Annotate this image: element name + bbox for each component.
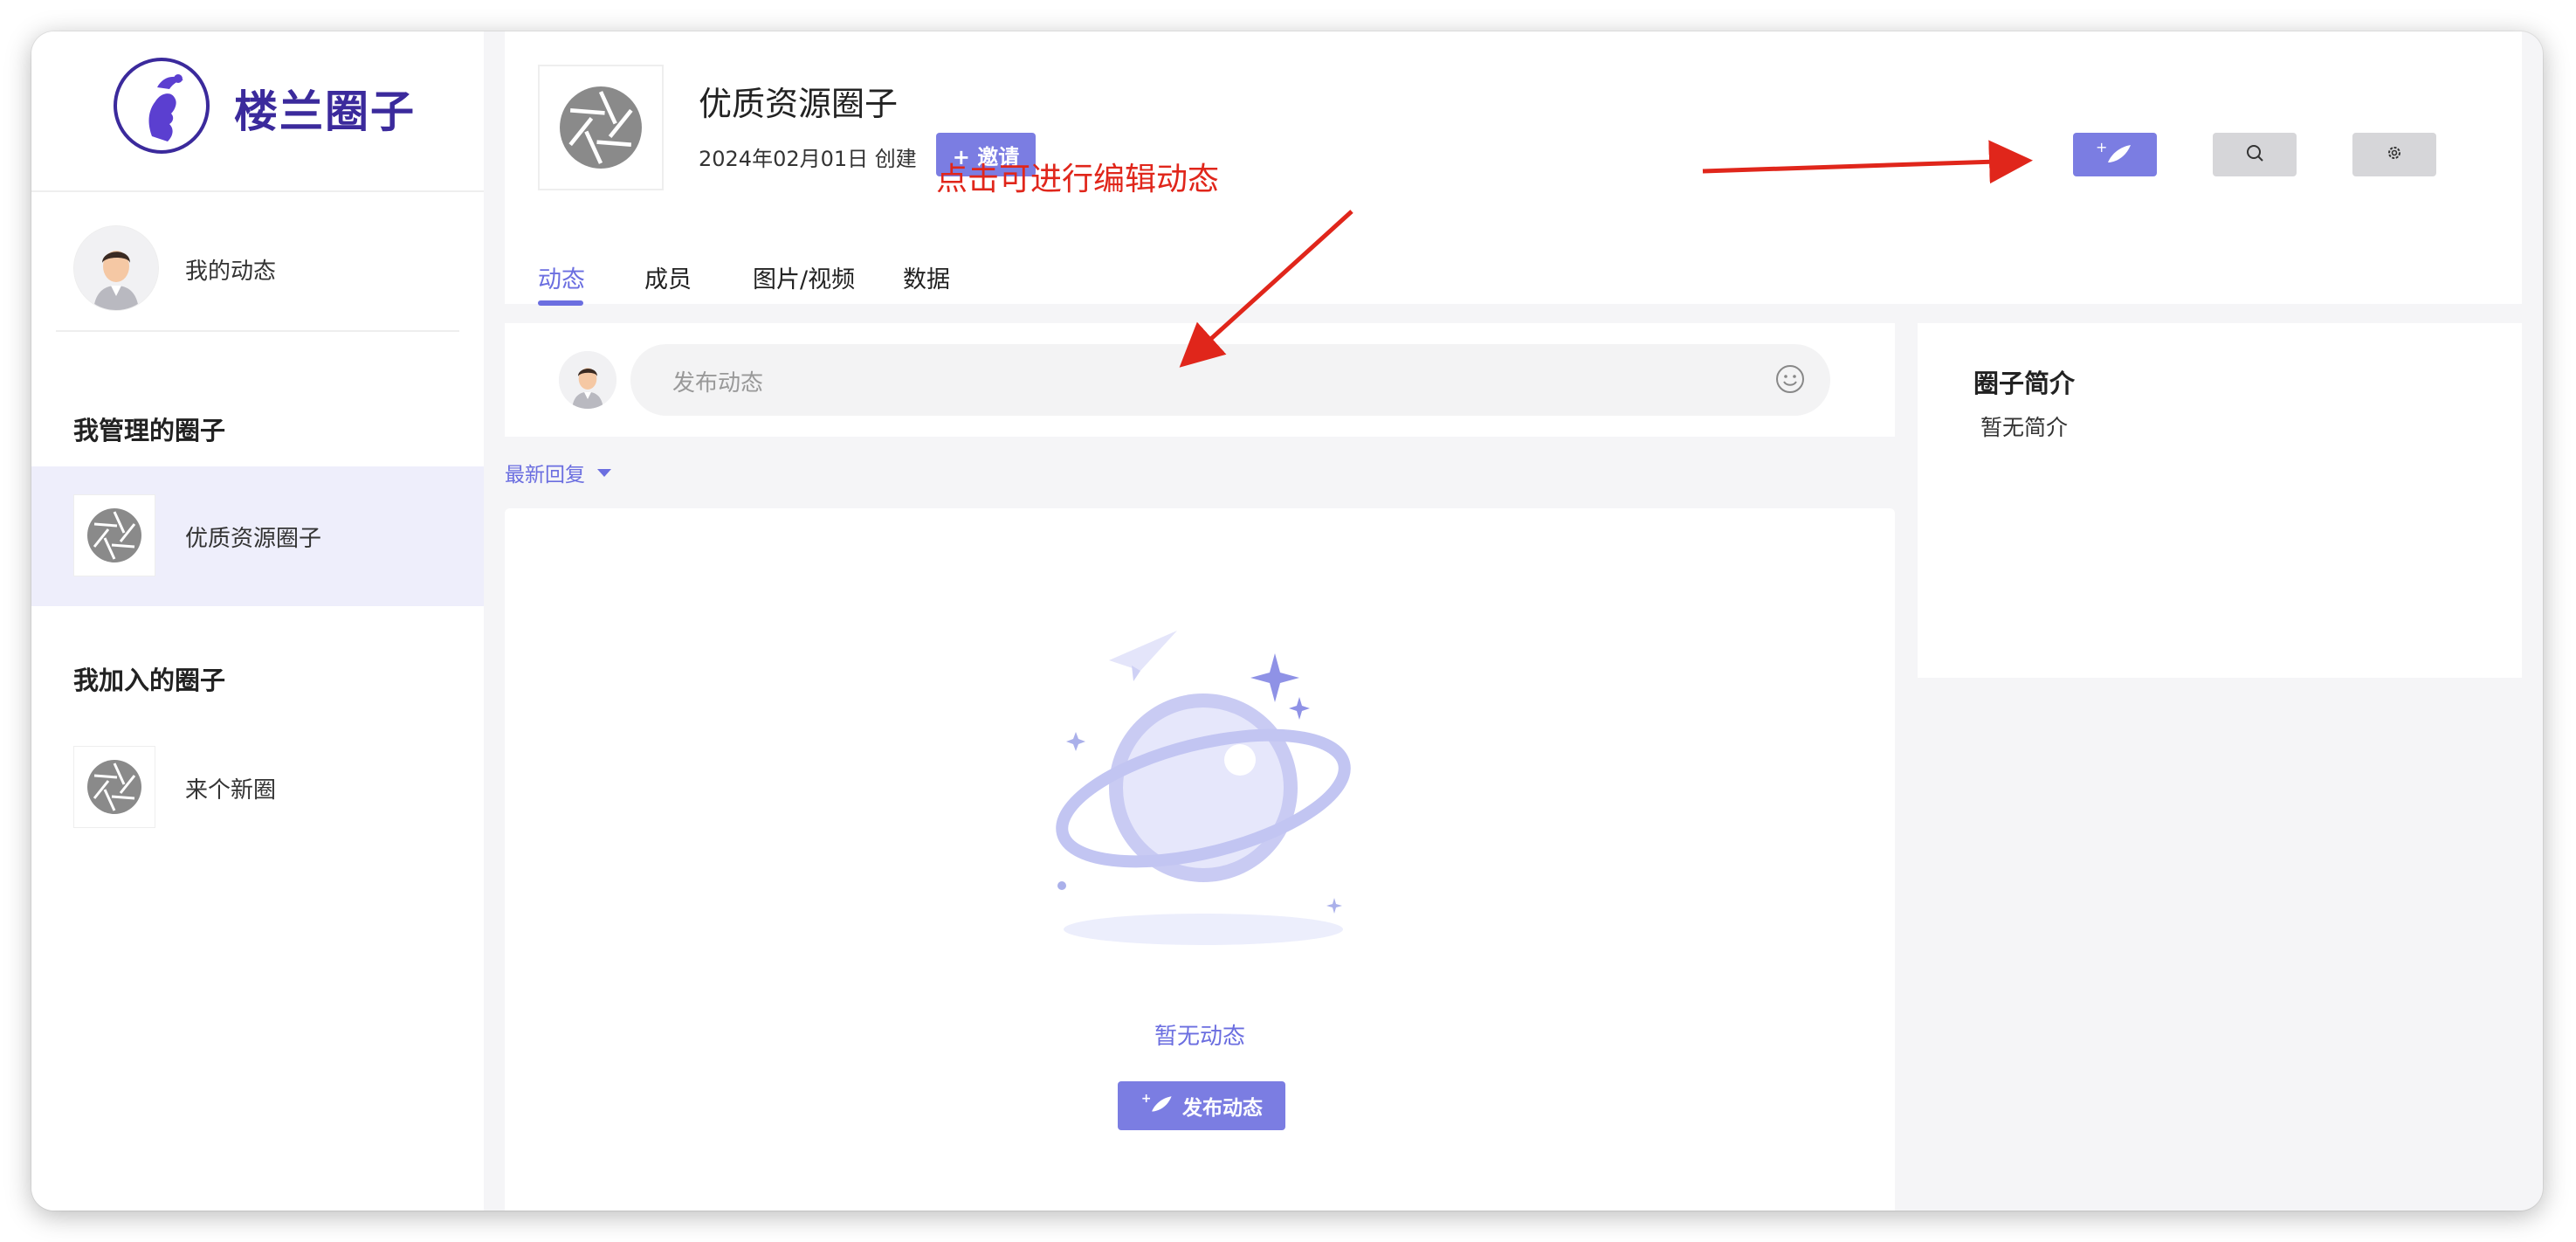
- tab-data[interactable]: 数据: [903, 260, 950, 294]
- circle-aperture-icon: [73, 494, 155, 576]
- app-window: 楼兰圈子 我的动态 我管理的圈子 优质资源圈子 我加入的圈子 来个新圈 优质资源…: [31, 31, 2543, 1211]
- page-title: 优质资源圈子: [699, 85, 899, 123]
- settings-button[interactable]: [2352, 133, 2436, 176]
- sidebar: 楼兰圈子 我的动态 我管理的圈子 优质资源圈子 我加入的圈子 来个新圈: [31, 31, 484, 1211]
- intro-body: 暂无简介: [1980, 415, 2069, 440]
- sort-label: 最新回复: [505, 464, 585, 486]
- circle-label: 来个新圈: [185, 777, 277, 804]
- managed-section-title: 我管理的圈子: [73, 416, 226, 445]
- post-composer: 发布动态: [505, 323, 1895, 437]
- svg-text:+: +: [1141, 1092, 1152, 1106]
- circle-label: 优质资源圈子: [185, 526, 322, 552]
- my-feed-item[interactable]: 我的动态: [31, 213, 484, 320]
- caret-down-icon: [597, 468, 611, 477]
- tab-feed[interactable]: 动态: [538, 260, 585, 306]
- smiley-icon[interactable]: [1774, 363, 1806, 395]
- quill-plus-icon: +: [2096, 139, 2134, 169]
- tab-members[interactable]: 成员: [644, 260, 692, 294]
- feed-panel: 暂无动态 + 发布动态: [505, 508, 1895, 1211]
- publish-post-button[interactable]: + 发布动态: [1118, 1081, 1285, 1130]
- my-feed-label: 我的动态: [185, 259, 277, 285]
- svg-text:+: +: [2096, 140, 2107, 155]
- search-button[interactable]: [2213, 133, 2297, 176]
- publish-post-label: 发布动态: [1182, 1097, 1263, 1120]
- circle-intro-panel: 圈子简介 暂无简介: [1918, 323, 2522, 678]
- edit-post-button[interactable]: +: [2073, 133, 2157, 176]
- brand-header: 楼兰圈子: [31, 31, 484, 192]
- gear-icon: [2385, 143, 2404, 166]
- avatar: [73, 225, 159, 311]
- created-date: 2024年02月01日 创建: [699, 147, 917, 171]
- compose-input[interactable]: 发布动态: [630, 344, 1830, 416]
- sort-dropdown[interactable]: 最新回复: [505, 458, 611, 487]
- empty-planet-illustration: [1046, 631, 1360, 954]
- search-icon: [2245, 143, 2264, 166]
- compose-placeholder: 发布动态: [672, 370, 764, 397]
- circle-aperture-icon: [538, 65, 664, 190]
- sidebar-divider: [56, 330, 459, 332]
- annotation-text: 点击可进行编辑动态: [936, 162, 1220, 197]
- empty-state-text: 暂无动态: [1154, 1024, 1245, 1050]
- intro-title: 圈子简介: [1973, 369, 2076, 398]
- sidebar-circle-item[interactable]: 来个新圈: [31, 718, 484, 858]
- joined-section-title: 我加入的圈子: [73, 666, 226, 695]
- circle-header: 优质资源圈子 2024年02月01日 创建 + 邀请 + 动态 成员 图片/视频…: [505, 31, 2522, 306]
- sidebar-circle-item[interactable]: 优质资源圈子: [31, 466, 484, 606]
- tab-label: 动态: [538, 266, 585, 293]
- quill-plus-icon: +: [1140, 1092, 1175, 1120]
- circle-aperture-icon: [73, 746, 155, 828]
- brand-name: 楼兰圈子: [234, 86, 416, 137]
- tab-media[interactable]: 图片/视频: [753, 260, 855, 294]
- avatar: [559, 351, 616, 409]
- brand-logo[interactable]: [114, 58, 210, 154]
- active-tab-indicator: [538, 300, 583, 306]
